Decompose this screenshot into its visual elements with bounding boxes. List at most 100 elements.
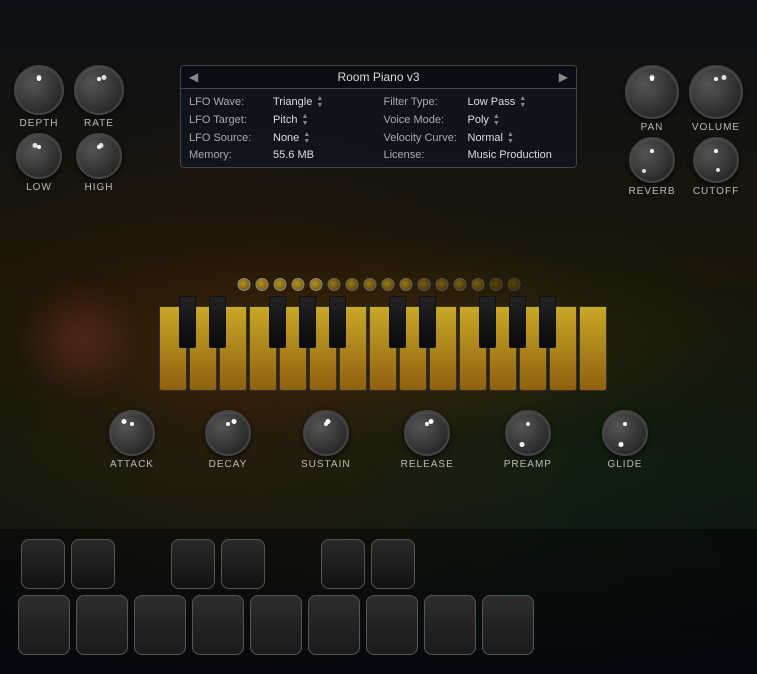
white-key-9[interactable] — [482, 595, 534, 655]
settings-panel: ◀ Room Piano v3 ▶ LFO Wave: Triangle ▲▼ … — [180, 65, 577, 168]
decay-knob[interactable] — [205, 410, 251, 456]
rate-knob-group: RATE — [74, 65, 124, 129]
lfo-wave-field: LFO Wave: Triangle ▲▼ — [189, 95, 374, 109]
lfo-target-label: LFO Target: — [189, 114, 269, 126]
black-key-4[interactable] — [221, 539, 265, 589]
attack-knob[interactable] — [109, 410, 155, 456]
decay-label: DECAY — [209, 459, 248, 470]
panel-row-0: LFO Wave: Triangle ▲▼ Filter Type: Low P… — [189, 93, 568, 111]
velocity-curve-select[interactable]: ▲▼ — [507, 131, 514, 145]
depth-knob-group: DEPTH — [14, 65, 64, 129]
black-key-2[interactable] — [71, 539, 115, 589]
release-knob[interactable] — [404, 410, 450, 456]
lfo-source-field: LFO Source: None ▲▼ — [189, 131, 374, 145]
low-label: LOW — [26, 182, 52, 193]
dot-5 — [327, 278, 340, 291]
black-key-6[interactable] — [371, 539, 415, 589]
velocity-curve-field: Velocity Curve: Normal ▲▼ — [384, 131, 569, 145]
dot-1 — [255, 278, 268, 291]
voice-mode-field: Voice Mode: Poly ▲▼ — [384, 113, 569, 127]
panel-row-1: LFO Target: Pitch ▲▼ Voice Mode: Poly ▲▼ — [189, 111, 568, 129]
filter-type-value: Low Pass — [468, 96, 516, 108]
black-key-1[interactable] — [21, 539, 65, 589]
high-knob-group: HIGH — [74, 133, 124, 193]
release-group: RELEASE — [401, 410, 454, 470]
rate-knob[interactable] — [74, 65, 124, 115]
reverb-knob[interactable] — [629, 137, 675, 183]
low-knob-group: LOW — [14, 133, 64, 193]
license-label: License: — [384, 149, 464, 161]
license-field: License: Music Production — [384, 149, 569, 161]
voice-mode-select[interactable]: ▲▼ — [493, 113, 500, 127]
white-key-7[interactable] — [366, 595, 418, 655]
attack-label: ATTACK — [110, 459, 154, 470]
cutoff-knob-group: CUTOFF — [689, 137, 743, 197]
cutoff-knob[interactable] — [693, 137, 739, 183]
panel-rows: LFO Wave: Triangle ▲▼ Filter Type: Low P… — [181, 89, 576, 167]
white-key-8[interactable] — [424, 595, 476, 655]
white-key-4[interactable] — [192, 595, 244, 655]
dot-14 — [489, 278, 502, 291]
white-key-5[interactable] — [250, 595, 302, 655]
sustain-label: SUSTAIN — [301, 459, 351, 470]
lfo-source-select[interactable]: ▲▼ — [303, 131, 310, 145]
reverb-label: REVERB — [628, 186, 675, 197]
volume-label: VOLUME — [692, 122, 740, 133]
filter-type-field: Filter Type: Low Pass ▲▼ — [384, 95, 569, 109]
sustain-knob[interactable] — [303, 410, 349, 456]
preamp-group: PREAMP — [504, 410, 552, 470]
left-knobs-panel: DEPTH RATE LOW HIGH — [14, 65, 124, 193]
panel-header: ◀ Room Piano v3 ▶ — [181, 66, 576, 89]
filter-type-label: Filter Type: — [384, 96, 464, 108]
release-label: RELEASE — [401, 459, 454, 470]
dot-13 — [471, 278, 484, 291]
white-key-2[interactable] — [76, 595, 128, 655]
lfo-source-value: None — [273, 132, 299, 144]
dots-row — [237, 278, 520, 291]
lfo-source-label: LFO Source: — [189, 132, 269, 144]
panel-right-arrow[interactable]: ▶ — [559, 70, 568, 84]
lfo-target-select[interactable]: ▲▼ — [301, 113, 308, 127]
lfo-target-value: Pitch — [273, 114, 297, 126]
volume-knob[interactable] — [689, 65, 743, 119]
high-knob[interactable] — [76, 133, 122, 179]
preamp-knob[interactable] — [505, 410, 551, 456]
memory-value: 55.6 MB — [273, 149, 314, 161]
preamp-label: PREAMP — [504, 459, 552, 470]
adsr-panel: ATTACK DECAY SUSTAIN RELEASE PREAMP — [0, 400, 757, 470]
black-key-3[interactable] — [171, 539, 215, 589]
pan-knob[interactable] — [625, 65, 679, 119]
dot-2 — [273, 278, 286, 291]
glide-group: GLIDE — [602, 410, 648, 470]
memory-label: Memory: — [189, 149, 269, 161]
white-key-3[interactable] — [134, 595, 186, 655]
panel-row-2: LFO Source: None ▲▼ Velocity Curve: Norm… — [189, 129, 568, 147]
dot-0 — [237, 278, 250, 291]
rate-label: RATE — [84, 118, 114, 129]
white-key-6[interactable] — [308, 595, 360, 655]
filter-type-select[interactable]: ▲▼ — [519, 95, 526, 109]
black-key-5[interactable] — [321, 539, 365, 589]
depth-label: DEPTH — [20, 118, 59, 129]
low-knob[interactable] — [16, 133, 62, 179]
white-key-1[interactable] — [18, 595, 70, 655]
lfo-wave-select[interactable]: ▲▼ — [316, 95, 323, 109]
dot-10 — [417, 278, 430, 291]
keyboard-section — [0, 529, 757, 674]
black-keys-row — [14, 539, 743, 589]
velocity-curve-label: Velocity Curve: — [384, 132, 464, 144]
panel-left-arrow[interactable]: ◀ — [189, 70, 198, 84]
dot-11 — [435, 278, 448, 291]
glide-knob[interactable] — [602, 410, 648, 456]
voice-mode-value: Poly — [468, 114, 489, 126]
decay-group: DECAY — [205, 410, 251, 470]
dot-3 — [291, 278, 304, 291]
dot-15 — [507, 278, 520, 291]
depth-knob[interactable] — [14, 65, 64, 115]
velocity-curve-value: Normal — [468, 132, 503, 144]
volume-knob-group: VOLUME — [689, 65, 743, 133]
sustain-group: SUSTAIN — [301, 410, 351, 470]
lfo-wave-label: LFO Wave: — [189, 96, 269, 108]
right-knobs-panel: PAN VOLUME REVERB CUTOFF — [625, 65, 743, 197]
memory-field: Memory: 55.6 MB — [189, 149, 374, 161]
